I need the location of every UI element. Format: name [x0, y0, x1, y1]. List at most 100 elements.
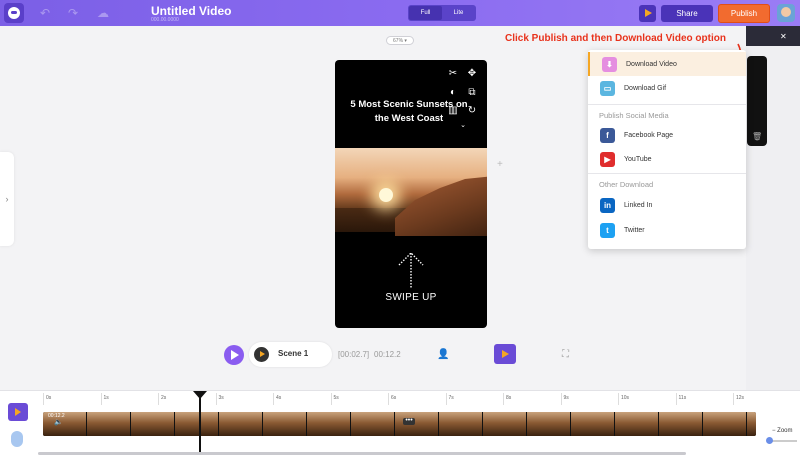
ruler-tick-line [330, 393, 332, 405]
redo-icon[interactable]: ↷ [66, 6, 80, 20]
ruler-tick-label: 4s [276, 395, 282, 401]
share-button[interactable]: Share [661, 5, 713, 22]
ruler-tick-line [503, 393, 504, 405]
undo-icon[interactable]: ↶ [38, 6, 52, 20]
trash-icon[interactable]: 🗑 [752, 132, 762, 141]
ruler-tick-line [273, 393, 274, 405]
publish-button[interactable]: Publish [718, 4, 770, 23]
linkedin-option[interactable]: in Linked In [588, 193, 746, 217]
timeline: 0s 1s 2s 3s 4s 5s 6s 7s 8s 9s 10s 11s 12s [0, 390, 800, 456]
download-video-icon: ⬇ [602, 56, 617, 72]
app-logo[interactable] [4, 3, 24, 23]
ruler-tick-label: 1s [103, 395, 109, 401]
cloud-save-icon[interactable]: ☁ [96, 6, 110, 20]
video-filmstrip[interactable] [43, 412, 756, 436]
mode-toggle[interactable]: Full Lite [408, 5, 476, 21]
filmstrip-frame [439, 412, 483, 436]
ruler-tick-line [388, 393, 389, 405]
canvas-headline[interactable]: 5 Most Scenic Sunsets on the West Coast [343, 98, 475, 126]
ruler-tick-line [100, 393, 102, 405]
add-scene-icon[interactable]: + [497, 159, 503, 170]
ruler-tick-label: 12s [736, 395, 745, 401]
ruler-tick-line [675, 393, 677, 405]
microphone-icon[interactable] [11, 431, 23, 447]
swipe-up-text[interactable]: SWIPE UP [335, 292, 487, 303]
ruler-tick-label: 0s [46, 395, 52, 401]
filmstrip-frame [571, 412, 615, 436]
ruler-tick-line [560, 393, 562, 405]
timeline-scrollbar[interactable] [38, 452, 686, 455]
twitter-label: Twitter [624, 226, 645, 234]
mode-full[interactable]: Full [409, 6, 442, 20]
filmstrip-frame [527, 412, 571, 436]
ruler-tick-label: 7s [448, 395, 454, 401]
timeline-track-icons [0, 391, 38, 456]
publish-dropdown: ⬇ Download Video ▭ Download Gif Publish … [588, 50, 746, 249]
move-icon[interactable]: ✥ [466, 68, 478, 80]
scene-video-icon[interactable] [494, 344, 516, 364]
close-icon[interactable]: ✕ [780, 32, 787, 41]
ruler-tick-line [158, 393, 159, 405]
character-icon[interactable]: 👤 [437, 349, 449, 360]
left-panel-toggle[interactable]: › [0, 152, 14, 246]
scene-name: Scene 1 [278, 349, 309, 358]
top-bar: ↶ ↷ ☁ Untitled Video 000.00.0000 Full Li… [0, 0, 800, 26]
filmstrip-frame [219, 412, 263, 436]
photo-sun [379, 188, 393, 202]
twitter-option[interactable]: t Twitter [588, 218, 746, 242]
project-subtitle: 000.00.0000 [151, 17, 179, 23]
ruler-tick-line [618, 393, 619, 405]
zoom-slider-handle[interactable] [766, 437, 773, 444]
zoom-label-text: Zoom [777, 428, 793, 434]
mode-lite[interactable]: Lite [442, 6, 475, 20]
filmstrip-frame [615, 412, 659, 436]
ruler-tick-label: 10s [621, 395, 630, 401]
youtube-label: YouTube [624, 155, 652, 163]
youtube-icon: ▶ [600, 151, 615, 167]
video-canvas[interactable]: ✂ ✥ ◐ ⧉ ▥ ↻ ⌄ 5 Most Scenic Sunsets on t… [335, 60, 487, 328]
facebook-option[interactable]: f Facebook Page [588, 123, 746, 147]
ruler-tick-line [215, 393, 217, 405]
ruler-tick-label: 11s [678, 395, 687, 401]
ruler-tick-label: 9s [563, 395, 569, 401]
ruler-tick-label: 3s [218, 395, 224, 401]
canvas-zoom-select[interactable]: 67% ▾ [386, 36, 414, 45]
download-gif-label: Download Gif [624, 84, 667, 92]
play-all-button[interactable] [224, 345, 244, 365]
filmstrip-frame [87, 412, 131, 436]
scene-play-button[interactable] [254, 347, 269, 362]
user-avatar[interactable] [777, 4, 795, 22]
logo-face-icon [8, 7, 20, 19]
right-panel-header [746, 26, 800, 46]
filmstrip-frame [351, 412, 395, 436]
filmstrip-frame [703, 412, 747, 436]
volume-icon[interactable]: 🔈 [54, 418, 63, 426]
scissors-icon[interactable]: ✂ [447, 68, 459, 80]
ruler-tick-label: 8s [506, 395, 512, 401]
canvas-zoom-value: 67% [393, 37, 404, 44]
project-title[interactable]: Untitled Video [151, 4, 231, 18]
filmstrip-frame [307, 412, 351, 436]
filmstrip-frame [659, 412, 703, 436]
playhead[interactable] [199, 392, 201, 454]
video-track-icon[interactable] [8, 403, 28, 421]
tutorial-annotation: Click Publish and then Download Video op… [505, 33, 726, 44]
sunset-image[interactable] [335, 148, 487, 236]
facebook-label: Facebook Page [624, 131, 674, 139]
scene-selector[interactable]: Scene 1 [249, 342, 332, 367]
ruler-tick-label: 5s [333, 395, 339, 401]
filmstrip-frame [483, 412, 527, 436]
filmstrip-frame [747, 412, 756, 436]
download-video-option[interactable]: ⬇ Download Video [588, 52, 746, 76]
download-gif-option[interactable]: ▭ Download Gif [588, 76, 746, 100]
ruler-tick-label: 2s [161, 395, 167, 401]
ruler-tick-label: 6s [391, 395, 397, 401]
youtube-option[interactable]: ▶ YouTube [588, 147, 746, 171]
ruler-tick-line [733, 393, 734, 405]
timeline-zoom-label: − Zoom [772, 428, 793, 434]
swipe-up-arrow-icon [398, 252, 424, 289]
more-options-icon[interactable]: ••• [403, 417, 415, 425]
twitter-icon: t [600, 222, 615, 238]
fit-screen-icon[interactable]: ⛶ [562, 349, 569, 360]
preview-play-button[interactable] [639, 5, 656, 22]
